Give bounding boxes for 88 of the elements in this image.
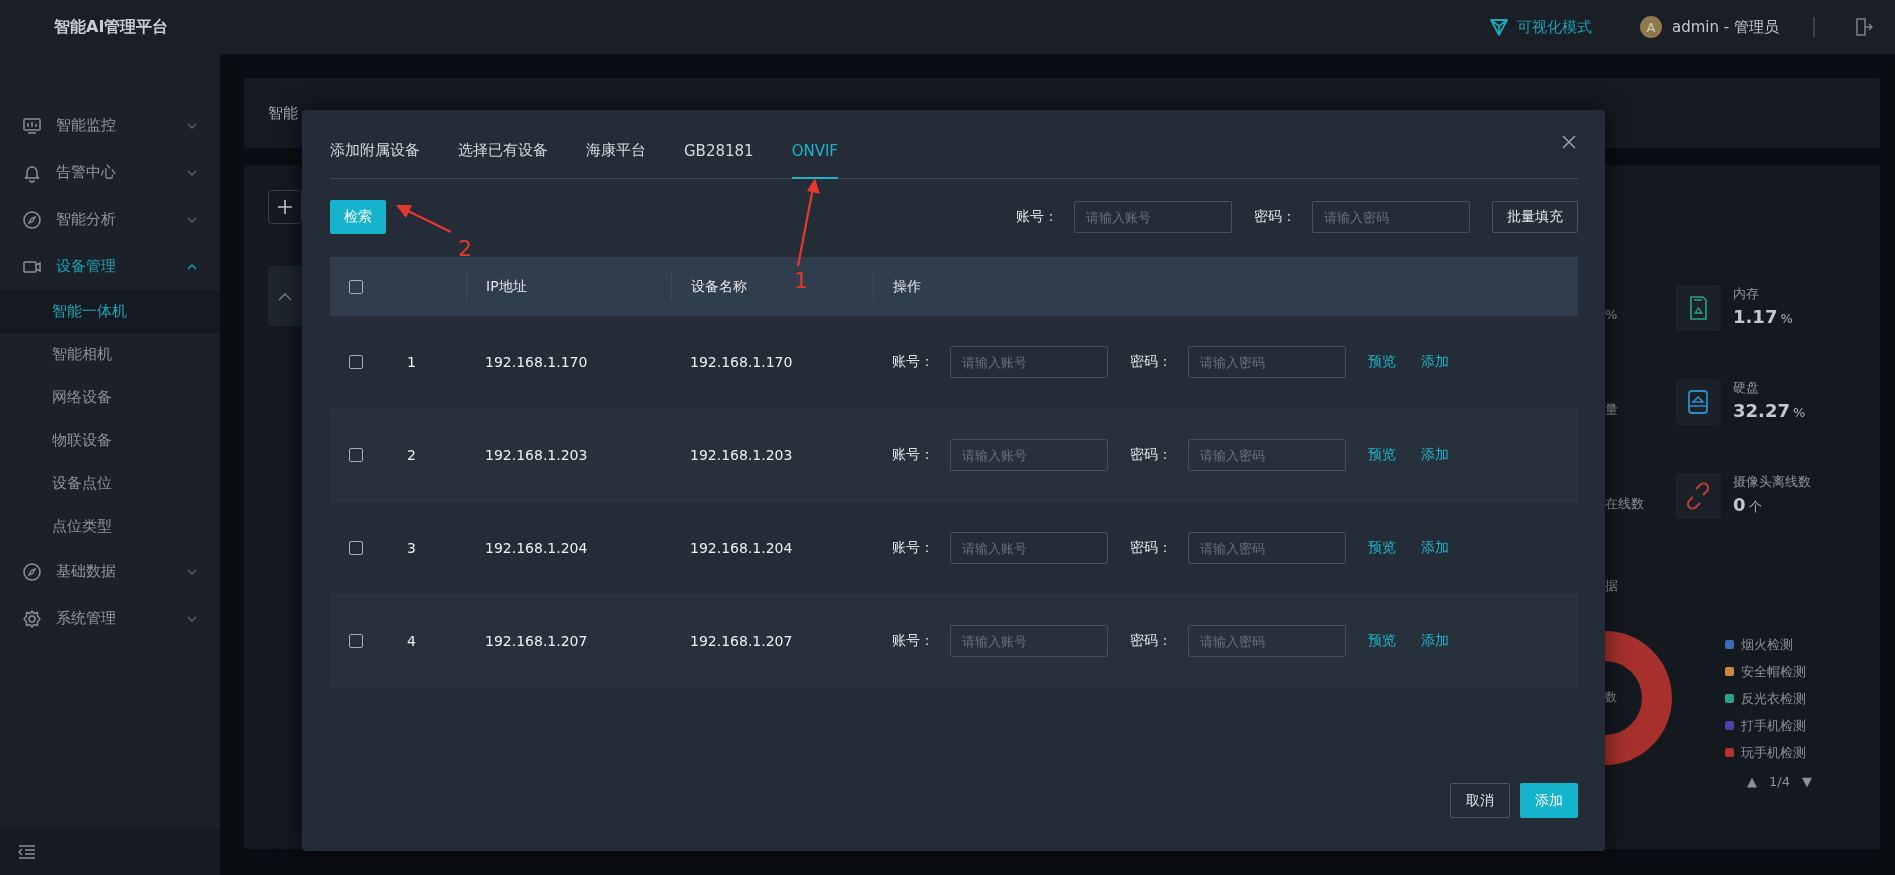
- password-input[interactable]: 请输入密码: [1188, 346, 1346, 378]
- tab[interactable]: 添加附属设备: [330, 141, 420, 179]
- partial-label: 数: [1605, 689, 1617, 706]
- sidebar-item[interactable]: 设备管理: [0, 243, 220, 290]
- field-label: 账号：: [892, 632, 934, 650]
- table-cell: 192.168.1.204: [690, 540, 793, 556]
- action-link[interactable]: 预览: [1368, 539, 1396, 557]
- row-number: 1: [407, 354, 416, 370]
- tab[interactable]: 海康平台: [586, 141, 646, 179]
- tab[interactable]: 选择已有设备: [458, 141, 548, 179]
- table-cell: 192.168.1.170: [690, 354, 793, 370]
- next-page-button[interactable]: ▼: [1801, 774, 1812, 789]
- sidebar-subitem[interactable]: 点位类型: [0, 505, 220, 548]
- action-link[interactable]: 添加: [1421, 446, 1449, 464]
- field-label: 密码：: [1254, 208, 1296, 226]
- app-title: 智能AI管理平台: [54, 16, 169, 38]
- table-cell: 192.168.1.203: [485, 447, 588, 463]
- visual-mode-link[interactable]: 可视化模式: [1489, 17, 1593, 37]
- table-cell: 192.168.1.207: [485, 633, 588, 649]
- sidebar-subitem[interactable]: 智能相机: [0, 333, 220, 376]
- field-label: 密码：: [1130, 446, 1172, 464]
- account-input[interactable]: 请输入账号: [950, 625, 1108, 657]
- password-input[interactable]: 请输入密码: [1188, 532, 1346, 564]
- table-cell: 192.168.1.170: [485, 354, 588, 370]
- tab[interactable]: GB28181: [684, 142, 754, 179]
- field-label: 密码：: [1130, 353, 1172, 371]
- user-avatar: A: [1640, 16, 1663, 38]
- field-label: 密码：: [1130, 539, 1172, 557]
- partial-label: 量: [1605, 401, 1619, 419]
- legend-label: 玩手机检测: [1741, 743, 1806, 762]
- column-header: IP地址: [486, 277, 527, 296]
- table-cell: 192.168.1.204: [485, 540, 588, 556]
- table-cell: 192.168.1.207: [690, 633, 793, 649]
- row-number: 2: [407, 447, 416, 463]
- table-cell: 192.168.1.203: [690, 447, 793, 463]
- annotation-number: 2: [458, 238, 472, 260]
- column-header: 操作: [893, 277, 921, 296]
- account-input[interactable]: 请输入账号: [950, 532, 1108, 564]
- batch-fill-button[interactable]: 批量填充: [1492, 201, 1578, 233]
- stat-label: 硬盘: [1733, 379, 1760, 397]
- column-header: 设备名称: [691, 277, 747, 296]
- stat-value: 1.17 %: [1733, 306, 1793, 327]
- password-input[interactable]: 请输入密码: [1312, 201, 1470, 233]
- field-label: 账号：: [892, 446, 934, 464]
- legend-label: 安全帽检测: [1741, 662, 1806, 681]
- account-input[interactable]: 请输入账号: [1074, 201, 1232, 233]
- user-name[interactable]: admin - 管理员: [1672, 17, 1779, 37]
- account-input[interactable]: 请输入账号: [950, 439, 1108, 471]
- action-link[interactable]: 添加: [1421, 539, 1449, 557]
- partial-title: 据: [1605, 577, 1619, 595]
- stat-label: 内存: [1733, 285, 1760, 303]
- stat-value: 0 个: [1733, 494, 1763, 516]
- action-link[interactable]: 添加: [1421, 632, 1449, 650]
- breadcrumb-text: 智能: [268, 103, 298, 123]
- annotation-number: 1: [794, 270, 808, 292]
- prev-page-button[interactable]: ▲: [1747, 774, 1757, 789]
- legend-label: 反光衣检测: [1741, 689, 1806, 708]
- page-indicator: 1/4: [1769, 774, 1790, 789]
- action-link[interactable]: 预览: [1368, 353, 1396, 371]
- partial-label: %: [1605, 306, 1619, 324]
- row-number: 4: [407, 633, 416, 649]
- sidebar-subitem[interactable]: 智能一体机: [0, 290, 220, 333]
- sidebar-item[interactable]: 智能分析: [0, 196, 220, 243]
- account-input[interactable]: 请输入账号: [950, 346, 1108, 378]
- stat-label: 摄像头离线数: [1733, 473, 1811, 491]
- field-label: 账号：: [1016, 208, 1058, 226]
- sidebar-subitem[interactable]: 网络设备: [0, 376, 220, 419]
- sidebar-subitem[interactable]: 设备点位: [0, 462, 220, 505]
- sidebar-item[interactable]: 智能监控: [0, 102, 220, 149]
- sidebar-item[interactable]: 基础数据: [0, 548, 220, 595]
- sidebar-subitem[interactable]: 物联设备: [0, 419, 220, 462]
- field-label: 密码：: [1130, 632, 1172, 650]
- stat-value: 32.27 %: [1733, 400, 1806, 421]
- action-link[interactable]: 添加: [1421, 353, 1449, 371]
- cancel-button[interactable]: 取消: [1450, 783, 1510, 818]
- action-link[interactable]: 预览: [1368, 446, 1396, 464]
- legend-label: 打手机检测: [1741, 716, 1806, 735]
- password-input[interactable]: 请输入密码: [1188, 439, 1346, 471]
- field-label: 账号：: [892, 353, 934, 371]
- sidebar-item[interactable]: 告警中心: [0, 149, 220, 196]
- partial-label: 在线数: [1605, 495, 1645, 513]
- password-input[interactable]: 请输入密码: [1188, 625, 1346, 657]
- action-link[interactable]: 预览: [1368, 632, 1396, 650]
- sidebar-item[interactable]: 系统管理: [0, 595, 220, 642]
- field-label: 账号：: [892, 539, 934, 557]
- row-number: 3: [407, 540, 416, 556]
- tab[interactable]: ONVIF: [791, 142, 838, 179]
- legend-label: 烟火检测: [1741, 635, 1793, 654]
